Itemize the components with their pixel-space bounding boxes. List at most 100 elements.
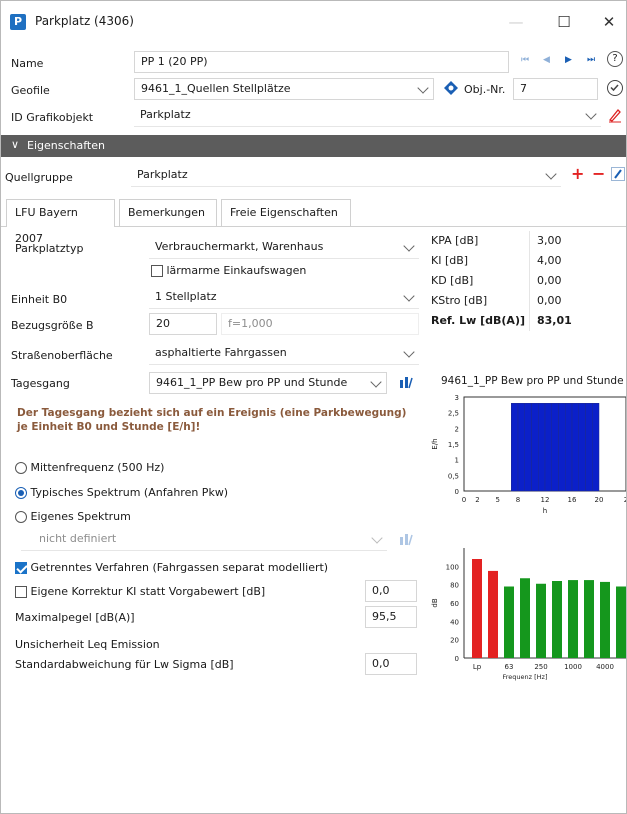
tagesgang-select[interactable]: 9461_1_PP Bew pro PP und Stunde bbox=[149, 372, 387, 394]
radio-typisch[interactable]: Typisches Spektrum (Anfahren Pkw) bbox=[15, 486, 228, 499]
y-tick-label: 3 bbox=[455, 394, 459, 402]
korrektur-input[interactable]: 0,0 bbox=[365, 580, 417, 602]
name-input[interactable]: PP 1 (20 PP) bbox=[134, 51, 509, 73]
geofile-label: Geofile bbox=[11, 84, 50, 97]
last-record-icon[interactable]: ⏭ bbox=[587, 55, 595, 65]
tab-lfu-bayern[interactable]: LFU Bayern 2007 bbox=[6, 199, 115, 245]
kv-key: KStro [dB] bbox=[431, 294, 488, 307]
x-tick-label: 2 bbox=[624, 496, 626, 504]
x-tick-label: 20 bbox=[595, 496, 604, 504]
maxpegel-input[interactable]: 95,5 bbox=[365, 606, 417, 628]
y-tick-label: 20 bbox=[450, 637, 459, 645]
geofile-select[interactable]: 9461_1_Quellen Stellplätze bbox=[134, 78, 434, 100]
radio-mitten[interactable]: Mittenfrequenz (500 Hz) bbox=[15, 461, 164, 474]
x-tick-label: 4000 bbox=[596, 663, 614, 671]
kv-value: 0,00 bbox=[537, 274, 562, 287]
kv-table: KPA [dB] 3,00 KI [dB] 4,00 KD [dB] 0,00 KSt… bbox=[429, 231, 581, 331]
sigma-label: Standardabweichung für Lw Sigma [dB] bbox=[15, 658, 234, 671]
dialog-window: P Parkplatz (4306) — ☐ ✕ Name PP 1 (20 P… bbox=[0, 0, 627, 814]
kv-value: 3,00 bbox=[537, 234, 562, 247]
first-record-icon[interactable]: ⏮ bbox=[521, 55, 529, 65]
checkbox-box[interactable] bbox=[151, 265, 163, 277]
unsicherheit-label: Unsicherheit Leq Emission bbox=[15, 638, 160, 651]
y-axis-label: E/h bbox=[431, 438, 439, 449]
tab-bemerkungen[interactable]: Bemerkungen bbox=[119, 199, 217, 227]
prev-record-icon[interactable]: ◀ bbox=[543, 55, 550, 65]
close-button[interactable]: ✕ bbox=[591, 9, 627, 35]
eigen-spectrum-select: nicht definiert bbox=[21, 529, 387, 551]
minimize-button[interactable]: — bbox=[498, 9, 534, 35]
tagesgang-bar bbox=[517, 403, 525, 492]
edit-group-icon[interactable] bbox=[611, 167, 625, 181]
quellgruppe-label: Quellgruppe bbox=[5, 171, 73, 184]
spectrum-bar bbox=[536, 583, 546, 658]
einheit-select[interactable]: 1 Stellplatz bbox=[149, 287, 419, 309]
tagesgang-bar bbox=[538, 403, 546, 492]
radio-circle[interactable] bbox=[15, 462, 27, 474]
y-tick-label: 0 bbox=[455, 488, 459, 496]
add-group-button[interactable]: + bbox=[571, 164, 584, 183]
y-tick-label: 100 bbox=[446, 563, 459, 571]
spectrum-bar bbox=[552, 581, 562, 658]
tagesgang-chart: 0 0,5 1 1,5 2 2,5 3 0 2 5 8 12 16 20 2 h E/h bbox=[431, 394, 626, 515]
kv-value: 4,00 bbox=[537, 254, 562, 267]
bezug-input[interactable]: 20 bbox=[149, 313, 217, 335]
chevron-down-icon bbox=[403, 346, 415, 358]
tagesgang-bar bbox=[558, 403, 566, 492]
spectrum-chart: 0 20 40 60 80 100 dB Lp 63 250 1000 4000 Frequenz [H… bbox=[431, 548, 626, 681]
x-tick-label: 16 bbox=[568, 496, 577, 504]
checkbox-box-checked[interactable] bbox=[15, 562, 27, 574]
id-value: Parkplatz bbox=[140, 108, 191, 121]
maximize-button[interactable]: ☐ bbox=[546, 9, 582, 35]
getrennt-checkbox[interactable]: Getrenntes Verfahren (Fahrgassen separat… bbox=[15, 561, 328, 574]
kv-key: KD [dB] bbox=[431, 274, 474, 287]
spectrum-bar bbox=[600, 581, 610, 658]
getrennt-label: Getrenntes Verfahren (Fahrgassen separat… bbox=[30, 561, 329, 574]
chevron-down-icon: ∨ bbox=[11, 138, 20, 151]
y-tick-label: 0,5 bbox=[448, 472, 459, 480]
einheit-label: Einheit B0 bbox=[11, 293, 68, 306]
radio-circle[interactable] bbox=[15, 511, 27, 523]
help-icon[interactable]: ? bbox=[607, 51, 623, 67]
strasse-select[interactable]: asphaltierte Fahrgassen bbox=[149, 343, 419, 365]
id-select[interactable]: Parkplatz bbox=[134, 105, 601, 127]
objnr-input[interactable]: 7 bbox=[513, 78, 598, 100]
window-title: Parkplatz (4306) bbox=[35, 14, 134, 28]
kv-value: 0,00 bbox=[537, 294, 562, 307]
radio-eigen[interactable]: Eigenes Spektrum bbox=[15, 510, 131, 523]
tagesgang-bar bbox=[585, 403, 593, 492]
y-tick-label: 0 bbox=[455, 655, 459, 663]
section-header[interactable]: ∨ Eigenschaften bbox=[1, 135, 626, 157]
radio-typisch-label: Typisches Spektrum (Anfahren Pkw) bbox=[30, 486, 229, 499]
kv-row: KI [dB] 4,00 bbox=[429, 251, 581, 271]
x-tick-label: Lp bbox=[473, 663, 482, 671]
tagesgang-note: Der Tagesgang bezieht sich auf ein Ereig… bbox=[17, 407, 407, 433]
einheit-value: 1 Stellplatz bbox=[155, 290, 217, 303]
next-record-icon[interactable]: ▶ bbox=[565, 55, 572, 65]
target-icon[interactable] bbox=[444, 81, 458, 95]
spectrum-bar bbox=[472, 559, 482, 658]
check-icon[interactable] bbox=[607, 80, 623, 96]
x-tick-label: 1000 bbox=[564, 663, 582, 671]
korrektur-checkbox[interactable]: Eigene Korrektur KI statt Vorgabewert [d… bbox=[15, 585, 265, 598]
quellgruppe-select[interactable]: Parkplatz bbox=[131, 165, 561, 187]
bezug-factor: f=1,000 bbox=[221, 313, 419, 335]
kv-row: KPA [dB] 3,00 bbox=[429, 231, 581, 251]
kv-value: 83,01 bbox=[537, 314, 572, 327]
tab-freie-eigenschaften[interactable]: Freie Eigenschaften bbox=[221, 199, 351, 227]
edit-icon[interactable] bbox=[607, 107, 623, 123]
checkbox-box[interactable] bbox=[15, 586, 27, 598]
spectrum-bar bbox=[488, 570, 498, 658]
parkplatztyp-select[interactable]: Verbrauchermarkt, Warenhaus bbox=[149, 237, 419, 259]
kv-key: KI [dB] bbox=[431, 254, 469, 267]
chart-edit-icon[interactable] bbox=[399, 375, 413, 389]
strasse-label: Straßenoberfläche bbox=[11, 349, 113, 362]
laermarm-label: lärmarme Einkaufswagen bbox=[166, 264, 307, 277]
laermarm-checkbox[interactable]: lärmarme Einkaufswagen bbox=[151, 264, 306, 277]
spectrum-bar bbox=[520, 578, 530, 658]
active-tab-gap bbox=[7, 226, 114, 227]
sigma-input[interactable]: 0,0 bbox=[365, 653, 417, 675]
chevron-down-icon bbox=[417, 82, 429, 94]
radio-circle-selected[interactable] bbox=[15, 487, 27, 499]
remove-group-button[interactable]: − bbox=[592, 164, 605, 183]
